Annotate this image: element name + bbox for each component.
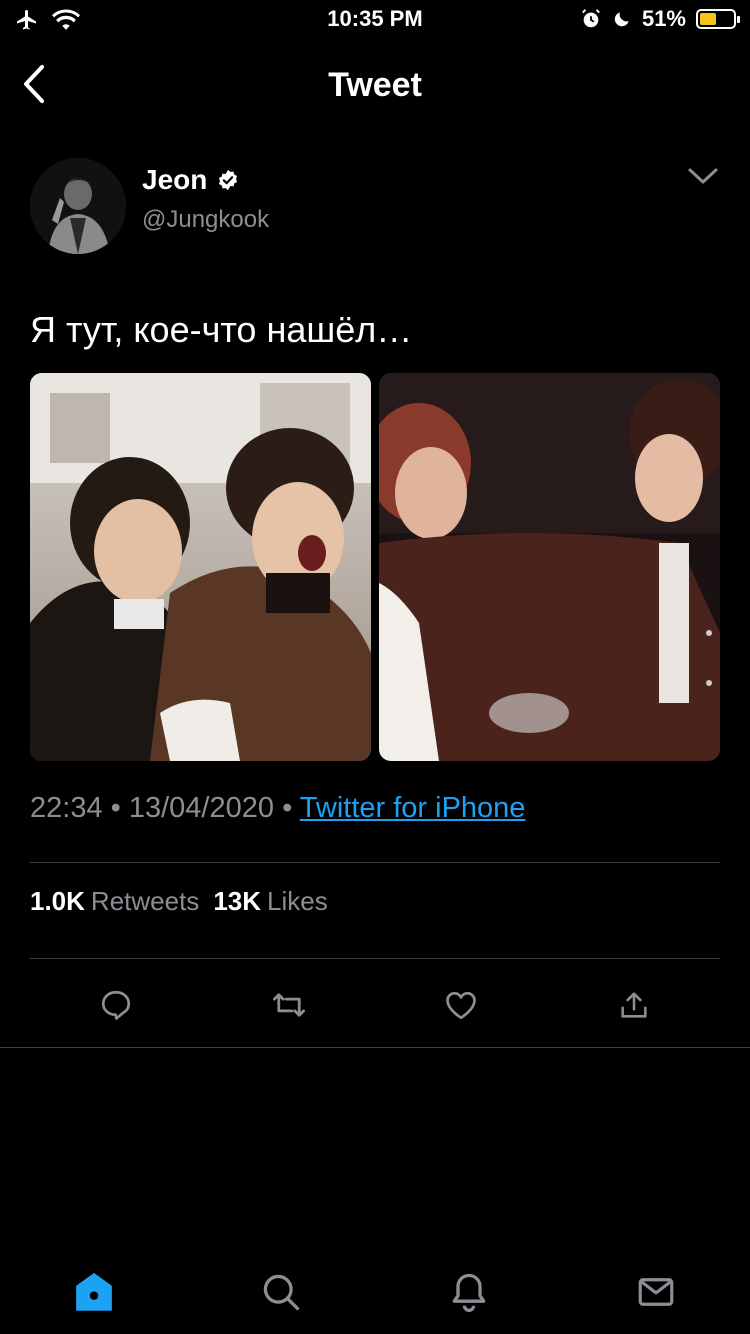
divider [0, 1047, 750, 1048]
tweet-actions [30, 980, 720, 1030]
tweet-text: Я тут, кое-что нашёл… [30, 309, 413, 350]
reply-button[interactable] [90, 980, 142, 1030]
retweets-label: Retweets [90, 886, 200, 916]
share-button[interactable] [608, 980, 660, 1030]
divider [30, 862, 720, 863]
more-options-button[interactable] [686, 162, 720, 190]
tweet-meta: 22:34 • 13/04/2020 • Twitter for iPhone [30, 792, 525, 825]
page-title: Tweet [328, 66, 422, 104]
photo-1-image [30, 373, 371, 761]
tweet-photo-2[interactable] [379, 373, 720, 761]
tab-home[interactable] [64, 1262, 124, 1322]
notifications-icon [452, 1273, 486, 1312]
moon-icon [614, 12, 629, 27]
tweet-photo-1[interactable] [30, 373, 371, 761]
share-icon [621, 992, 647, 1018]
battery-percent: 51% [641, 6, 686, 31]
display-name[interactable]: Jeon [142, 164, 207, 196]
likes-stat[interactable]: 13K Likes [213, 886, 327, 917]
like-icon [446, 991, 476, 1020]
retweets-count: 1.0K [30, 886, 85, 916]
verified-badge-icon [219, 169, 238, 191]
status-right: 51% [580, 6, 740, 32]
tab-bar [0, 1250, 750, 1334]
tweet-author: Jeon @Jungkook [30, 158, 720, 258]
nav-bar: Tweet [0, 54, 750, 114]
meta-separator: • [282, 792, 293, 824]
reply-icon [101, 990, 131, 1020]
tab-messages[interactable] [626, 1262, 686, 1322]
tweet-media [30, 373, 720, 761]
battery-fill [700, 13, 716, 25]
divider [30, 958, 720, 959]
status-bar: 10:35 PM 51% [0, 0, 750, 40]
like-button[interactable] [435, 980, 487, 1030]
battery-icon [696, 9, 740, 29]
user-handle[interactable]: @Jungkook [142, 206, 269, 234]
search-icon [263, 1274, 300, 1311]
alarm-icon [582, 9, 600, 28]
tweet-source-link[interactable]: Twitter for iPhone [300, 792, 526, 824]
name-row: Jeon [142, 164, 239, 196]
retweet-button[interactable] [263, 980, 315, 1030]
likes-count: 13K [213, 886, 262, 916]
likes-label: Likes [267, 886, 328, 916]
tweet-stats: 1.0K Retweets 13K Likes [30, 886, 328, 917]
avatar-image [30, 158, 126, 254]
tab-notifications[interactable] [439, 1262, 499, 1322]
chevron-down-icon [688, 168, 718, 184]
messages-icon [638, 1278, 674, 1306]
home-icon [76, 1273, 112, 1311]
tab-search[interactable] [251, 1262, 311, 1322]
photo-2-image [379, 373, 720, 761]
avatar[interactable] [30, 158, 126, 254]
tweet-time: 22:34 [30, 792, 103, 824]
retweets-stat[interactable]: 1.0K Retweets [30, 886, 199, 917]
retweet-icon [272, 993, 306, 1017]
meta-separator: • [110, 792, 121, 824]
tweet-date: 13/04/2020 [128, 792, 275, 824]
